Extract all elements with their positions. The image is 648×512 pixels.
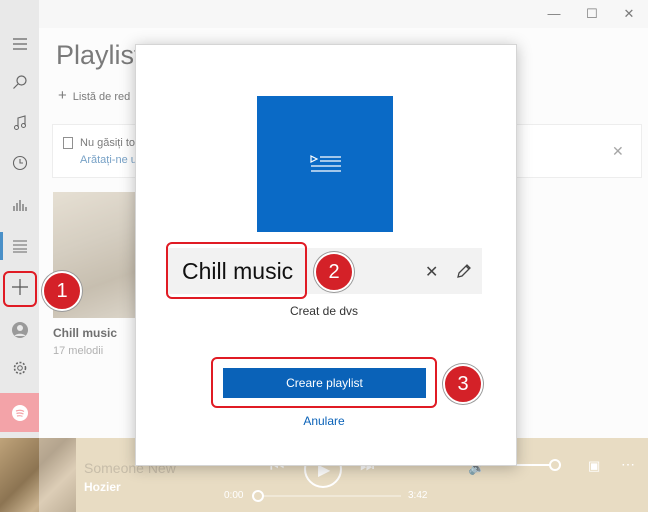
user-icon[interactable] [8, 321, 32, 345]
playlist-cover[interactable] [257, 96, 393, 232]
step-badge-3: 3 [443, 364, 483, 404]
step-badge-2: 2 [314, 252, 354, 292]
music-note-icon[interactable] [8, 115, 32, 139]
active-indicator [0, 232, 3, 260]
pencil-icon[interactable] [455, 262, 473, 280]
highlight-add-button [3, 271, 37, 307]
step-badge-1: 1 [42, 271, 82, 311]
creator-label: Creat de dvs [289, 304, 359, 318]
highlight-name-field [166, 242, 307, 299]
cancel-link[interactable]: Anulare [0, 414, 648, 428]
equalizer-icon[interactable] [8, 196, 32, 220]
search-icon[interactable] [8, 74, 32, 98]
clock-icon[interactable] [8, 155, 32, 179]
playlist-cover-icon [310, 155, 341, 172]
hamburger-icon[interactable] [8, 35, 32, 59]
highlight-create-button [211, 357, 437, 408]
gear-icon[interactable] [8, 360, 32, 384]
clear-icon[interactable]: ✕ [425, 262, 438, 282]
playlist-icon[interactable] [8, 237, 32, 261]
